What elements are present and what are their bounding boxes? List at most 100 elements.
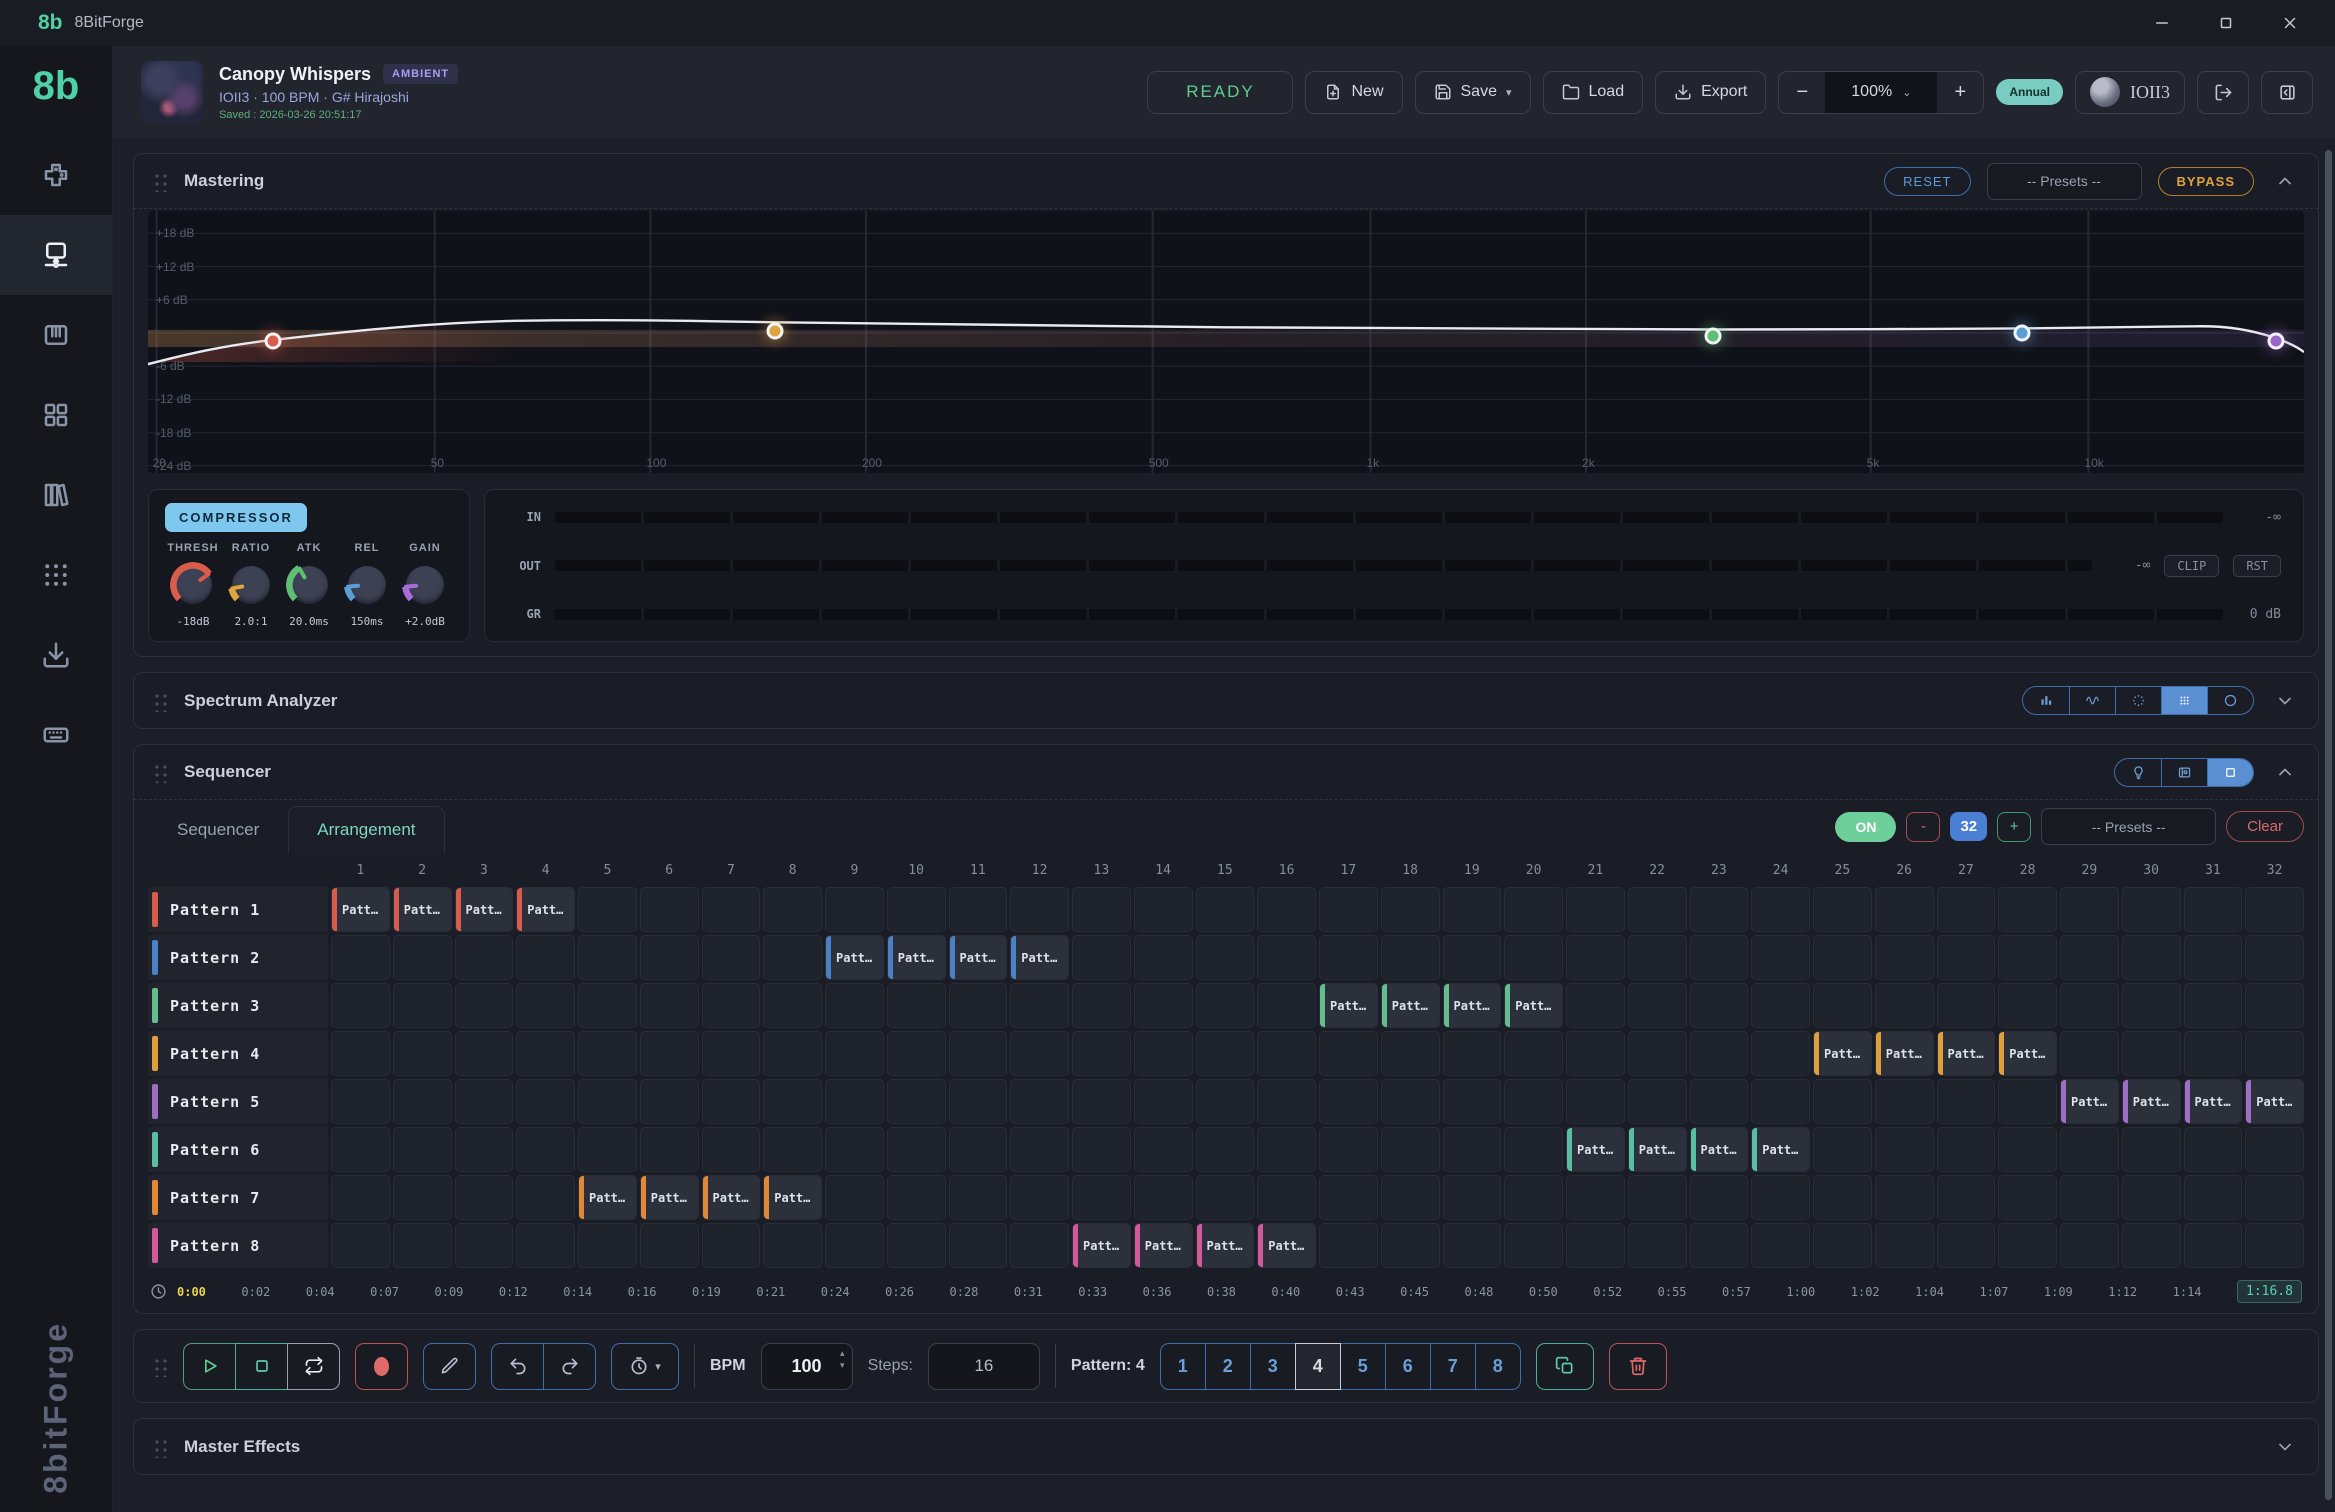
- gain-knob[interactable]: [402, 562, 448, 608]
- arrangement-cell[interactable]: [1628, 1079, 1687, 1124]
- expand-spectrum-button[interactable]: [2270, 686, 2300, 716]
- arrangement-cell[interactable]: [1875, 1223, 1934, 1268]
- arrangement-cell[interactable]: [1134, 887, 1193, 932]
- arrangement-cell[interactable]: [516, 1127, 575, 1172]
- arrangement-cell[interactable]: [2245, 983, 2304, 1028]
- arrangement-cell[interactable]: Patt…: [1875, 1031, 1934, 1076]
- record-button[interactable]: [355, 1343, 408, 1390]
- arrangement-cell[interactable]: [1998, 1127, 2057, 1172]
- arrangement-cell[interactable]: [1072, 887, 1131, 932]
- atk-knob[interactable]: [286, 562, 332, 608]
- arrangement-cell[interactable]: [1010, 1175, 1069, 1220]
- arrangement-on-toggle[interactable]: ON: [1835, 812, 1896, 842]
- pattern-block[interactable]: Patt…: [332, 888, 389, 931]
- arrangement-cell[interactable]: [2060, 887, 2119, 932]
- arrangement-cell[interactable]: [1381, 1031, 1440, 1076]
- rst-button[interactable]: RST: [2233, 555, 2281, 577]
- arrangement-cell[interactable]: [1504, 1031, 1563, 1076]
- arrangement-cell[interactable]: [1443, 935, 1502, 980]
- arrangement-cell[interactable]: [1751, 1223, 1810, 1268]
- sidebar-item-piano[interactable]: [0, 295, 112, 375]
- arrangement-cell[interactable]: [887, 1079, 946, 1124]
- arrangement-cell[interactable]: [1937, 1079, 1996, 1124]
- save-button[interactable]: Save▾: [1415, 71, 1531, 114]
- arrangement-cell[interactable]: [393, 1031, 452, 1076]
- rel-knob[interactable]: [344, 562, 390, 608]
- arrangement-cell[interactable]: [1937, 983, 1996, 1028]
- delete-pattern-button[interactable]: [1609, 1343, 1667, 1390]
- arrangement-cell[interactable]: Patt…: [1690, 1127, 1749, 1172]
- arrangement-cell[interactable]: [1751, 935, 1810, 980]
- loop-button[interactable]: [287, 1343, 340, 1390]
- arrangement-cell[interactable]: [1566, 1175, 1625, 1220]
- arrangement-cell[interactable]: [1690, 887, 1749, 932]
- pattern-block[interactable]: Patt…: [2185, 1080, 2242, 1123]
- arrangement-cell[interactable]: [2245, 935, 2304, 980]
- arrangement-cell[interactable]: [763, 1079, 822, 1124]
- arrangement-cell[interactable]: Patt…: [825, 935, 884, 980]
- arrangement-cell[interactable]: [702, 1079, 761, 1124]
- arrangement-cell[interactable]: Patt…: [1751, 1127, 1810, 1172]
- arrangement-cell[interactable]: [455, 983, 514, 1028]
- arrangement-cell[interactable]: [516, 1175, 575, 1220]
- arrangement-cell[interactable]: [2245, 1175, 2304, 1220]
- arrangement-cell[interactable]: [887, 1127, 946, 1172]
- arrangement-cell[interactable]: [1134, 1175, 1193, 1220]
- arrangement-cell[interactable]: [331, 1031, 390, 1076]
- arrangement-cell[interactable]: [1998, 935, 2057, 980]
- arrangement-cell[interactable]: [825, 1127, 884, 1172]
- arrangement-cell[interactable]: Patt…: [1072, 1223, 1131, 1268]
- arrangement-cell[interactable]: [1937, 1175, 1996, 1220]
- arrangement-cell[interactable]: [1690, 1223, 1749, 1268]
- arrangement-cell[interactable]: Patt…: [640, 1175, 699, 1220]
- pattern-row-label[interactable]: Pattern 3: [148, 983, 328, 1028]
- pattern-block[interactable]: Patt…: [1567, 1128, 1624, 1171]
- arrangement-cell[interactable]: [1751, 1175, 1810, 1220]
- bpm-spinner[interactable]: ▴▾: [840, 1349, 845, 1370]
- arrangement-cell[interactable]: Patt…: [1010, 935, 1069, 980]
- pattern-row-label[interactable]: Pattern 7: [148, 1175, 328, 1220]
- arrangement-cell[interactable]: [1813, 1175, 1872, 1220]
- arrangement-cell[interactable]: [1813, 935, 1872, 980]
- arrangement-cell[interactable]: [949, 1079, 1008, 1124]
- arrangement-cell[interactable]: Patt…: [2060, 1079, 2119, 1124]
- arrangement-cell[interactable]: [516, 1031, 575, 1076]
- pattern-button-3[interactable]: 3: [1250, 1343, 1296, 1390]
- ready-status-button[interactable]: READY: [1147, 71, 1293, 114]
- pattern-block[interactable]: Patt…: [1752, 1128, 1809, 1171]
- arrangement-cell[interactable]: [1134, 983, 1193, 1028]
- arrangement-cell[interactable]: [1751, 887, 1810, 932]
- tab-sequencer[interactable]: Sequencer: [148, 806, 288, 853]
- arrangement-cell[interactable]: [2245, 1031, 2304, 1076]
- arrangement-cell[interactable]: [2122, 1223, 2181, 1268]
- arrangement-cell[interactable]: [1504, 935, 1563, 980]
- arrangement-cell[interactable]: [455, 1175, 514, 1220]
- arrangement-cell[interactable]: [1319, 887, 1378, 932]
- view-wave-button[interactable]: [2069, 687, 2115, 714]
- arrangement-cell[interactable]: [1628, 983, 1687, 1028]
- arrangement-cell[interactable]: [1628, 935, 1687, 980]
- arrangement-cell[interactable]: [949, 1223, 1008, 1268]
- arrangement-cell[interactable]: [1690, 1079, 1749, 1124]
- pattern-block[interactable]: Patt…: [456, 888, 513, 931]
- drag-handle-icon[interactable]: [152, 170, 168, 192]
- pattern-row-label[interactable]: Pattern 5: [148, 1079, 328, 1124]
- arrangement-cell[interactable]: [1010, 1079, 1069, 1124]
- user-menu[interactable]: IOII3: [2075, 71, 2185, 114]
- arrangement-cell[interactable]: [1319, 1127, 1378, 1172]
- arrangement-cell[interactable]: [393, 983, 452, 1028]
- arrangement-cell[interactable]: [1813, 1079, 1872, 1124]
- undo-button[interactable]: [491, 1343, 544, 1390]
- pattern-button-6[interactable]: 6: [1385, 1343, 1431, 1390]
- arrangement-cell[interactable]: [825, 983, 884, 1028]
- mastering-presets-select[interactable]: -- Presets --: [1987, 163, 2142, 200]
- arrangement-cell[interactable]: [516, 1079, 575, 1124]
- arrangement-cell[interactable]: [887, 1223, 946, 1268]
- arrangement-cell[interactable]: [763, 935, 822, 980]
- new-button[interactable]: New: [1305, 71, 1402, 114]
- export-button[interactable]: Export: [1655, 71, 1766, 114]
- arrangement-cell[interactable]: [825, 1175, 884, 1220]
- arrangement-cell[interactable]: [702, 1031, 761, 1076]
- arrangement-cell[interactable]: [331, 1079, 390, 1124]
- arrangement-cell[interactable]: [393, 1175, 452, 1220]
